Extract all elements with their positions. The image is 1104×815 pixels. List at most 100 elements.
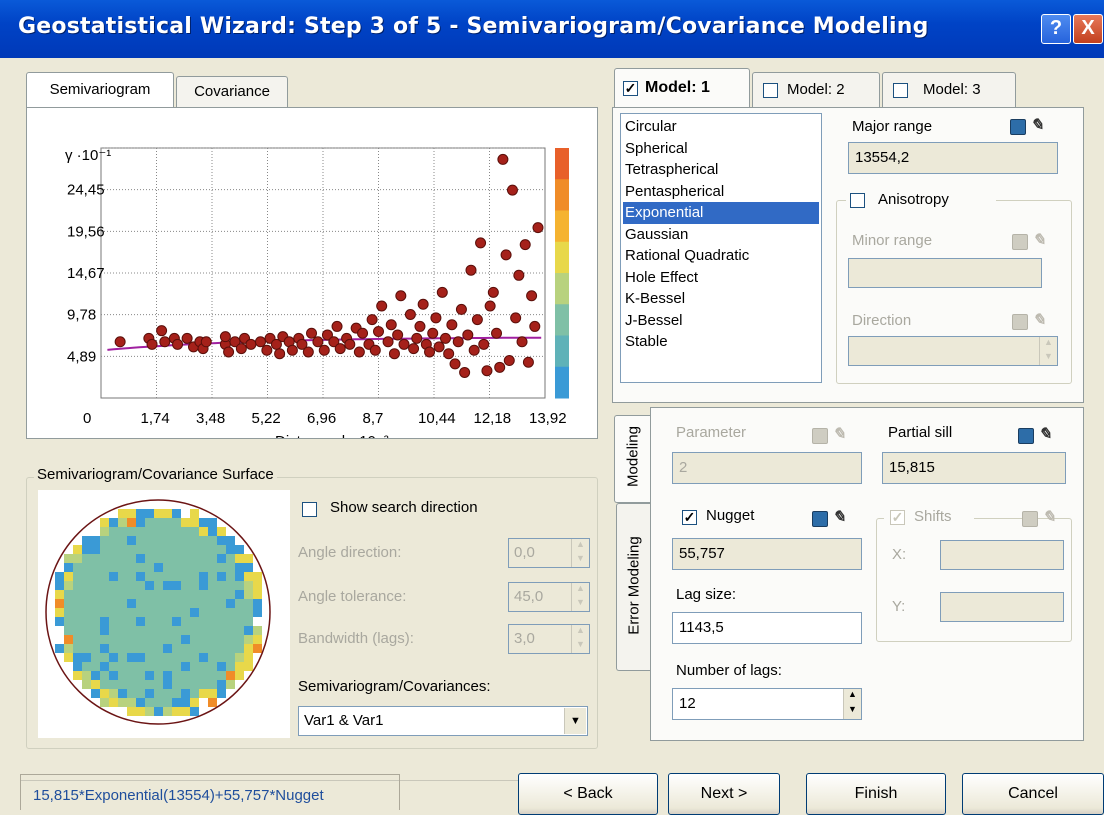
lag-size-field[interactable]: 1143,5 [672, 612, 862, 644]
surface-cell [64, 599, 73, 608]
surface-cell [145, 608, 154, 617]
model-option[interactable]: Spherical [623, 138, 819, 160]
data-point [286, 344, 298, 356]
tab-model-3[interactable]: Model: 3 [882, 72, 1016, 108]
model-3-checkbox[interactable] [893, 83, 908, 98]
surface-cell [109, 680, 118, 689]
calculator-icon[interactable] [1012, 234, 1028, 250]
shifts-checkbox[interactable]: ✓ [890, 510, 905, 525]
model-option[interactable]: Hole Effect [623, 267, 819, 289]
model-list[interactable]: Circular Spherical Tetraspherical Pentasphe… [620, 113, 822, 383]
pencil-icon[interactable]: ✎ [832, 509, 846, 527]
surface-cell [217, 554, 226, 563]
close-button[interactable]: X [1073, 14, 1103, 44]
x-tick-label: 10,44 [418, 410, 456, 427]
tab-semivariogram[interactable]: Semivariogram [26, 72, 174, 108]
back-button[interactable]: < Back [518, 773, 658, 815]
cancel-button[interactable]: Cancel [962, 773, 1104, 815]
surface-cell [91, 644, 100, 653]
formula-text: 15,815*Exponential(13554)+55,757*Nugget [33, 787, 324, 804]
model-option[interactable]: Circular [623, 116, 819, 138]
tab-modeling[interactable]: Modeling [614, 415, 650, 503]
nugget-field[interactable]: 55,757 [672, 538, 862, 570]
tab-error-modeling[interactable]: Error Modeling [616, 503, 650, 671]
calculator-icon[interactable] [812, 511, 828, 527]
tab-model-1[interactable]: ✓ Model: 1 [614, 68, 750, 108]
show-search-checkbox[interactable] [302, 502, 317, 517]
surface-cell [136, 536, 145, 545]
spin-up-icon: ▲ [576, 583, 585, 593]
surface-cell [172, 599, 181, 608]
pencil-icon[interactable]: ✎ [1030, 117, 1044, 135]
surface-cell [208, 698, 217, 707]
model-option[interactable]: Exponential [623, 202, 819, 224]
surface-cell [199, 545, 208, 554]
model-option[interactable]: J-Bessel [623, 310, 819, 332]
tab-covariance-label: Covariance [194, 83, 270, 100]
surface-map [38, 490, 290, 738]
surface-cell [181, 527, 190, 536]
model-2-checkbox[interactable] [763, 83, 778, 98]
model-option[interactable]: K-Bessel [623, 288, 819, 310]
surface-cell [118, 617, 127, 626]
surface-cell [136, 617, 145, 626]
data-point [529, 320, 541, 332]
calculator-icon[interactable] [1012, 314, 1028, 330]
surface-cell [118, 626, 127, 635]
minor-range-field[interactable] [848, 258, 1042, 288]
bandwidth-spinner[interactable]: ▲ ▼ [571, 625, 589, 653]
angle-direction-field[interactable]: 0,0 ▲ ▼ [508, 538, 590, 568]
calculator-icon[interactable] [1010, 119, 1026, 135]
angle-tolerance-spinner[interactable]: ▲ ▼ [571, 583, 589, 611]
anisotropy-checkbox[interactable] [850, 193, 865, 208]
bandwidth-field[interactable]: 3,0 ▲ ▼ [508, 624, 590, 654]
chevron-down-icon[interactable]: ▼ [564, 708, 586, 734]
pencil-icon[interactable]: ✎ [1032, 312, 1046, 330]
finish-button[interactable]: Finish [806, 773, 946, 815]
help-button[interactable]: ? [1041, 14, 1071, 44]
data-point [446, 319, 458, 331]
calculator-icon[interactable] [812, 428, 828, 444]
data-point [254, 336, 266, 348]
pencil-icon[interactable]: ✎ [832, 426, 846, 444]
major-range-field[interactable]: 13554,2 [848, 142, 1058, 174]
calculator-icon[interactable] [1022, 511, 1038, 527]
model-1-checkbox[interactable]: ✓ [623, 81, 638, 96]
shift-x-field[interactable] [940, 540, 1064, 570]
model-option[interactable]: Pentaspherical [623, 181, 819, 203]
pencil-icon[interactable]: ✎ [1032, 232, 1046, 250]
surface-cell [136, 590, 145, 599]
nugget-checkbox[interactable]: ✓ [682, 510, 697, 525]
angle-tolerance-field[interactable]: 45,0 ▲ ▼ [508, 582, 590, 612]
direction-spinner[interactable]: ▲ ▼ [1039, 337, 1057, 365]
surface-cell [208, 518, 217, 527]
tab-model-2[interactable]: Model: 2 [752, 72, 880, 108]
pencil-icon[interactable]: ✎ [1042, 509, 1056, 527]
title-bar[interactable]: Geostatistical Wizard: Step 3 of 5 - Sem… [0, 0, 1104, 58]
parameter-field[interactable]: 2 [672, 452, 862, 484]
direction-field[interactable]: ▲ ▼ [848, 336, 1058, 366]
pencil-icon[interactable]: ✎ [1038, 426, 1052, 444]
partial-sill-field[interactable]: 15,815 [882, 452, 1066, 484]
surface-cell [127, 554, 136, 563]
shift-y-field[interactable] [940, 592, 1064, 622]
surface-cell [100, 527, 109, 536]
sv-cov-select[interactable]: Var1 & Var1 ▼ [298, 706, 588, 736]
model-option[interactable]: Stable [623, 331, 819, 353]
surface-cell [91, 680, 100, 689]
model-option[interactable]: Tetraspherical [623, 159, 819, 181]
surface-cell [199, 527, 208, 536]
data-point [274, 348, 286, 360]
number-of-lags-spinner[interactable]: ▲ ▼ [843, 689, 861, 719]
surface-cell [118, 680, 127, 689]
tab-covariance[interactable]: Covariance [176, 76, 288, 108]
number-of-lags-field[interactable]: 12 ▲ ▼ [672, 688, 862, 720]
surface-cell [199, 554, 208, 563]
surface-cell [208, 599, 217, 608]
x-tick-label: 0 [83, 410, 91, 427]
calculator-icon[interactable] [1018, 428, 1034, 444]
model-option[interactable]: Gaussian [623, 224, 819, 246]
angle-direction-spinner[interactable]: ▲ ▼ [571, 539, 589, 567]
model-option[interactable]: Rational Quadratic [623, 245, 819, 267]
next-button[interactable]: Next > [668, 773, 780, 815]
